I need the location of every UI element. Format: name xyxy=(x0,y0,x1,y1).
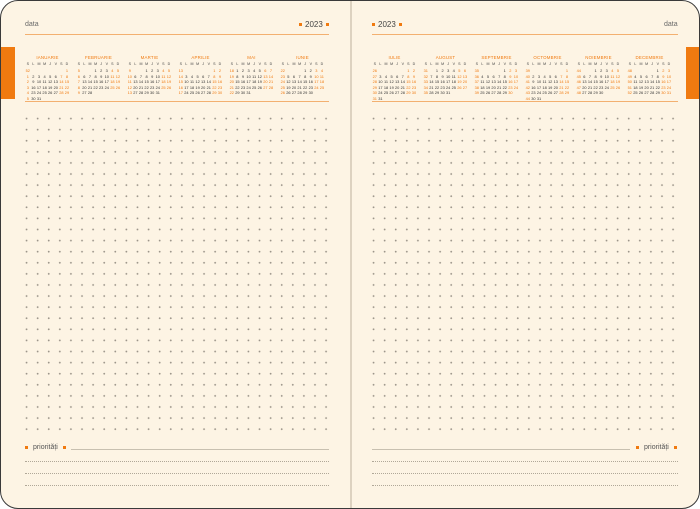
month-name: SEPTEMBRIE xyxy=(481,55,512,60)
priority-line-2[interactable] xyxy=(25,473,329,474)
orange-marker-icon xyxy=(62,445,66,449)
month-name: IANUARIE xyxy=(36,55,59,60)
priorities-label: priorități xyxy=(643,444,669,451)
calendar-rule xyxy=(25,101,329,102)
month-name: IUNIE xyxy=(296,55,309,60)
weekend-day xyxy=(166,90,172,96)
weekend-day xyxy=(268,90,274,96)
priorities-label: priorități xyxy=(32,444,58,451)
month-name: NOIEMBRIE xyxy=(585,55,612,60)
month-days-grid: 5 1 2 3 4 5 6 6 7 8 9 10 11 12 7 13 14 15 16 17 18 19 8 20 21 22 2… xyxy=(76,68,121,96)
priority-line-3[interactable] xyxy=(25,485,329,486)
month-name: IULIE xyxy=(388,55,401,60)
month-days-grid: 35 1 2 3 36 4 5 6 7 8 9 10 37 11 12 13 14 15 16 17 38 18 19 20 2… xyxy=(474,68,519,96)
week-row: 9 27 28 xyxy=(76,90,121,96)
date-label-left: data xyxy=(25,21,39,28)
month-days-grid: 9 1 2 3 4 5 10 6 7 8 9 10 11 12 11 13 14 15 16 17 18 19 12 20 21… xyxy=(127,68,172,96)
week-row: 13 27 28 29 30 31 xyxy=(127,90,172,96)
header-rule xyxy=(372,34,678,35)
month-name: MARTIE xyxy=(140,55,159,60)
priorities-header-right: priorități xyxy=(636,444,677,451)
month-days-grid: 13 1 2 14 3 4 5 6 7 8 9 15 10 11 12 13 14 15 16 16 17 18 19 20 2… xyxy=(178,68,223,96)
month-name: FEBRUARIE xyxy=(85,55,112,60)
year-label: 2023 xyxy=(378,20,396,29)
year-header-right: 2023 xyxy=(372,20,402,29)
calendar-rule xyxy=(372,101,678,102)
header-rule xyxy=(25,34,329,35)
week-row: 35 28 29 30 31 xyxy=(423,90,468,96)
planner-spread: data 2023 IANUARIE S L M M J V S D 52 1 1 2 3 4 5 6 7 8 2 9 1… xyxy=(0,0,700,509)
month-days-grid: 39 1 40 2 3 4 5 6 7 8 41 9 10 11 12 13 14 15 42 16 17 18 19 20 2… xyxy=(525,68,570,102)
year-header-left: 2023 xyxy=(299,20,329,29)
weekend-day xyxy=(115,90,121,96)
left-page-tab[interactable] xyxy=(1,47,15,99)
orange-marker-icon xyxy=(325,23,329,26)
right-page-tab[interactable] xyxy=(686,47,699,99)
priorities-rule xyxy=(71,449,329,450)
month-days-grid: 48 1 2 3 49 4 5 6 7 8 9 10 50 11 12 13 14 15 16 17 51 18 19 20 2… xyxy=(627,68,672,96)
orange-marker-icon xyxy=(25,445,28,449)
weekend-day[interactable]: 31 xyxy=(666,90,672,96)
week-row: 52 25 26 27 28 29 30 31 xyxy=(627,90,672,96)
weekend-day xyxy=(319,90,325,96)
priority-line-1[interactable] xyxy=(372,461,678,462)
week-row: 17 24 25 26 27 28 29 30 xyxy=(178,90,223,96)
month-days-grid: 31 1 2 3 4 5 6 32 7 8 9 10 11 12 13 33 14 15 16 17 18 19 20 34 2… xyxy=(423,68,468,96)
orange-marker-icon xyxy=(673,445,677,449)
left-page: data 2023 IANUARIE S L M M J V S D 52 1 1 2 3 4 5 6 7 8 2 9 1… xyxy=(1,1,349,508)
month-name: MAI xyxy=(247,55,256,60)
priorities-header-left: priorități xyxy=(25,444,66,451)
month-days-grid: 18 1 2 3 4 5 6 7 19 8 9 10 11 12 13 14 20 15 16 17 18 19 20 21 2… xyxy=(229,68,274,96)
weekend-day xyxy=(513,90,519,96)
weekend-day[interactable]: 30 xyxy=(217,90,223,96)
dot-grid-right[interactable] xyxy=(368,113,682,435)
month-days-grid: 44 1 2 3 4 5 45 6 7 8 9 10 11 12 46 13 14 15 16 17 18 19 47 20 2… xyxy=(576,68,621,96)
priorities-rule xyxy=(372,449,630,450)
month-name: AUGUST xyxy=(435,55,456,60)
week-row: 48 27 28 29 30 xyxy=(576,90,621,96)
month-days-grid: 22 1 2 3 4 23 5 6 7 8 9 10 11 24 12 13 14 15 16 17 18 25 19 20 2… xyxy=(280,68,325,96)
week-row: 22 29 30 31 xyxy=(229,90,274,96)
dot-grid-left[interactable] xyxy=(21,113,333,435)
orange-marker-icon xyxy=(636,445,639,449)
year-label: 2023 xyxy=(305,20,323,29)
week-row: 39 25 26 27 28 29 30 xyxy=(474,90,519,96)
week-row: 26 26 27 28 29 30 xyxy=(280,90,325,96)
right-page: 2023 data IULIE S L M M J V S D 26 1 2 27 3 4 5 6 7 8 9 28 10… xyxy=(352,1,699,508)
weekend-day xyxy=(615,90,621,96)
month-days-grid: 52 1 1 2 3 4 5 6 7 8 2 9 10 11 12 13 14 15 3 16 17 18 19 20 21 22… xyxy=(25,68,70,102)
month-days-grid: 26 1 2 27 3 4 5 6 7 8 9 28 10 11 12 13 14 15 16 29 17 18 19 20 2… xyxy=(372,68,417,102)
date-label-right: data xyxy=(664,21,678,28)
month-name: OCTOMBRIE xyxy=(533,55,562,60)
month-name: DECEMBRIE xyxy=(635,55,664,60)
orange-marker-icon xyxy=(398,23,402,26)
priority-line-1[interactable] xyxy=(25,461,329,462)
weekend-day xyxy=(462,90,468,96)
priority-line-3[interactable] xyxy=(372,485,678,486)
priority-line-2[interactable] xyxy=(372,473,678,474)
month-name: APRILIE xyxy=(191,55,210,60)
